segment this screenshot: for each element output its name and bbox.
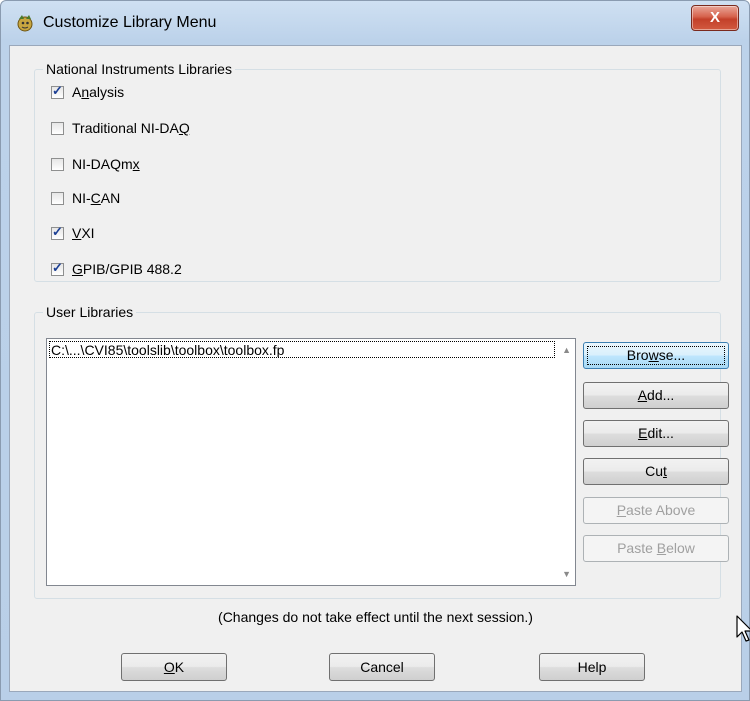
session-note: (Changes do not take effect until the ne…: [218, 609, 533, 625]
ni-library-label: Analysis: [72, 84, 125, 100]
scroll-down-icon[interactable]: ▼: [562, 569, 571, 579]
ni-libraries-title: National Instruments Libraries: [43, 61, 235, 77]
ni-library-item[interactable]: NI-CAN: [51, 188, 120, 208]
checkbox[interactable]: [51, 260, 64, 276]
ni-library-label: NI-CAN: [72, 190, 121, 206]
ni-library-item[interactable]: VXI: [51, 223, 95, 243]
window-title: Customize Library Menu: [43, 14, 217, 31]
browse-button[interactable]: Browse...: [583, 342, 729, 369]
cancel-label: Cancel: [360, 659, 404, 675]
paste-below-button[interactable]: Paste Below: [583, 535, 729, 562]
checkbox[interactable]: [51, 157, 64, 171]
ok-button[interactable]: OK: [121, 653, 227, 681]
list-item[interactable]: C:\...\CVI85\toolslib\toolbox\toolbox.fp: [49, 341, 555, 358]
user-libraries-title: User Libraries: [43, 304, 137, 320]
ni-library-label: GPIB/GPIB 488.2: [72, 261, 182, 277]
title-bar[interactable]: Customize Library Menu X: [1, 1, 749, 45]
cvi-app-icon: [17, 15, 33, 32]
ni-library-item[interactable]: Traditional NI-DAQ: [51, 118, 190, 138]
ni-libraries-group: National Instruments Libraries Analysis T…: [34, 61, 721, 282]
ni-library-label: VXI: [72, 225, 95, 241]
cancel-button[interactable]: Cancel: [329, 653, 435, 681]
paste-above-button[interactable]: Paste Above: [583, 497, 729, 524]
scroll-up-icon[interactable]: ▲: [562, 345, 571, 355]
user-libraries-group: User Libraries C:\...\CVI85\toolslib\too…: [34, 304, 750, 642]
ok-label-post: K: [174, 659, 185, 675]
cut-button[interactable]: Cut: [583, 458, 729, 485]
checkbox[interactable]: [51, 83, 64, 99]
checkbox[interactable]: [51, 121, 64, 135]
close-button[interactable]: X: [691, 5, 739, 31]
add-button[interactable]: Add...: [583, 382, 729, 409]
dialog-client-area: National Instruments Libraries Analysis T…: [9, 45, 750, 692]
ni-library-label: Traditional NI-DAQ: [72, 120, 190, 136]
help-button[interactable]: Help: [539, 653, 645, 681]
ni-library-item[interactable]: NI-DAQmx: [51, 154, 140, 174]
help-label: Help: [577, 659, 607, 675]
edit-button[interactable]: Edit...: [583, 420, 729, 447]
user-libraries-listbox[interactable]: C:\...\CVI85\toolslib\toolbox\toolbox.fp…: [46, 338, 576, 586]
ni-library-label: NI-DAQmx: [72, 156, 140, 172]
checkbox[interactable]: [51, 224, 64, 240]
dialog-window: Customize Library Menu X National Instru…: [0, 0, 750, 701]
checkbox[interactable]: [51, 191, 64, 205]
ni-library-item[interactable]: GPIB/GPIB 488.2: [51, 259, 182, 279]
ok-label-mnemonic: O: [163, 659, 175, 675]
ni-library-item[interactable]: Analysis: [51, 82, 124, 102]
